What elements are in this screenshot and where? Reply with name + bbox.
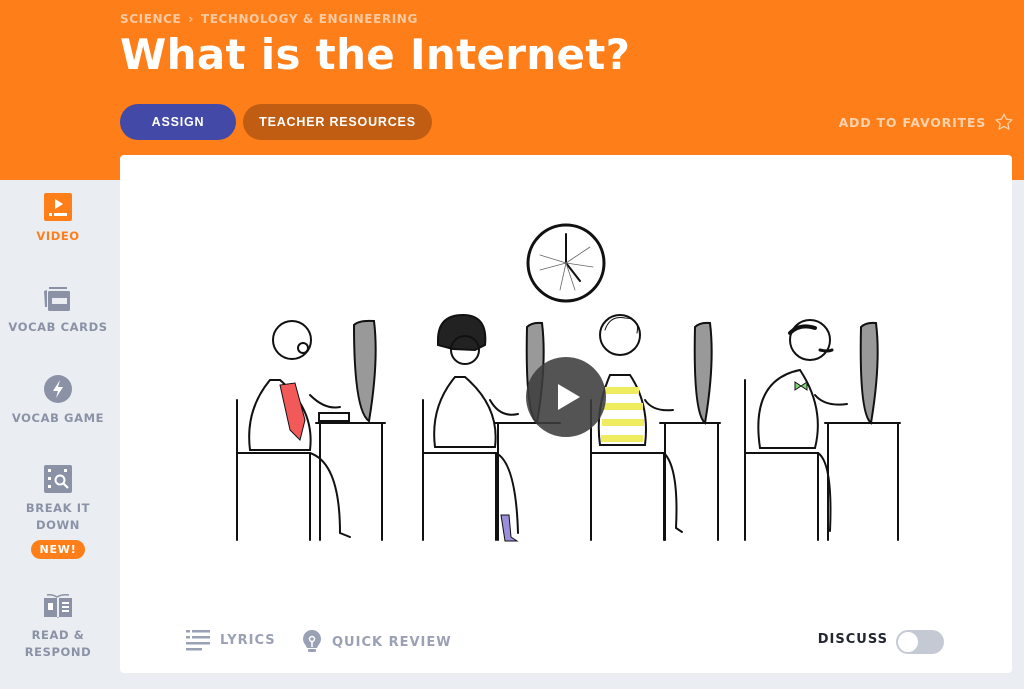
sidebar: Video Vocab Cards Vocab Game Break It Do… — [0, 180, 116, 689]
lightning-icon — [44, 375, 72, 403]
sidebar-label: Vocab Cards — [8, 320, 108, 334]
video-icon — [44, 193, 72, 221]
video-player[interactable] — [120, 155, 1012, 605]
page-header: Science › Technology & Engineering What … — [0, 0, 1024, 180]
quick-review-label: Quick Review — [332, 634, 452, 650]
sidebar-label: Vocab Game — [11, 411, 105, 425]
sidebar-label: Video — [36, 229, 80, 243]
video-card: Lyrics Quick Review Discuss — [120, 155, 1012, 673]
sidebar-item-video[interactable]: Video — [0, 192, 116, 245]
person-man-tie — [236, 319, 386, 541]
magnifier-grid-icon — [44, 465, 72, 493]
play-icon — [558, 384, 580, 410]
sidebar-item-read-respond[interactable]: Read & Respond — [0, 591, 116, 661]
sidebar-item-vocab-game[interactable]: Vocab Game — [0, 374, 116, 427]
video-toolbar: Lyrics Quick Review Discuss — [120, 623, 1012, 659]
sidebar-item-break-it-down[interactable]: Break It Down NEW! — [0, 464, 116, 559]
person-bald-man — [744, 319, 901, 541]
add-to-favorites-button[interactable]: Add to Favorites — [839, 112, 1014, 132]
person-woman-bob — [422, 313, 561, 542]
assign-button[interactable]: Assign — [120, 104, 236, 140]
star-icon — [995, 113, 1013, 130]
vocab-cards-icon — [44, 287, 70, 311]
breadcrumb-science[interactable]: Science — [120, 12, 181, 26]
lyrics-button[interactable]: Lyrics — [186, 629, 276, 651]
new-badge: NEW! — [31, 540, 85, 559]
favorites-label: Add to Favorites — [838, 114, 986, 130]
person-woman-curly — [590, 314, 721, 541]
discuss-label: Discuss — [817, 632, 888, 647]
clock-illustration — [526, 223, 606, 303]
open-book-icon — [44, 593, 72, 618]
breadcrumb: Science › Technology & Engineering — [120, 12, 418, 26]
play-button[interactable] — [526, 357, 606, 437]
sidebar-label: Break It Down — [25, 501, 91, 532]
breadcrumb-separator: › — [188, 12, 194, 26]
lyrics-icon — [186, 630, 210, 651]
page-title: What is the Internet? — [120, 30, 631, 79]
quick-review-button[interactable]: Quick Review — [302, 629, 452, 655]
breadcrumb-technology[interactable]: Technology & Engineering — [201, 12, 418, 26]
sidebar-item-vocab-cards[interactable]: Vocab Cards — [0, 283, 116, 336]
lyrics-label: Lyrics — [220, 632, 276, 648]
lightbulb-icon — [303, 630, 321, 652]
discuss-toggle[interactable] — [896, 630, 944, 654]
sidebar-label: Read & Respond — [24, 628, 92, 659]
toggle-knob — [897, 631, 919, 653]
teacher-resources-button[interactable]: Teacher Resources — [243, 104, 432, 140]
